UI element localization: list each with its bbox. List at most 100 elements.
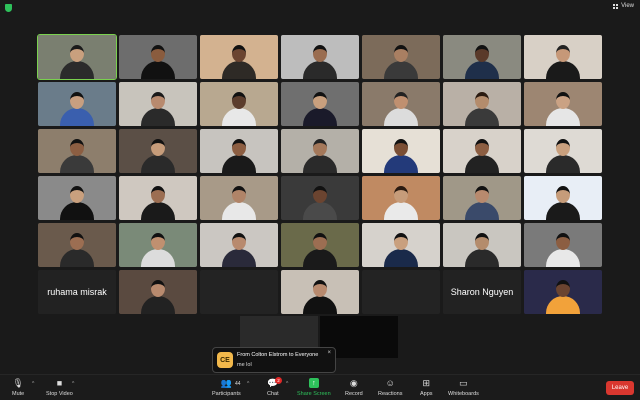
stop-video-button[interactable]: ■ Stop Video bbox=[46, 378, 73, 397]
view-button[interactable]: View bbox=[613, 3, 634, 9]
participant-video-tile[interactable] bbox=[281, 176, 359, 220]
participant-head bbox=[313, 92, 327, 109]
participant-video-tile[interactable] bbox=[524, 82, 602, 126]
participant-head bbox=[70, 139, 84, 156]
participant-video-tile[interactable] bbox=[200, 223, 278, 267]
participant-head bbox=[232, 186, 246, 203]
participant-head bbox=[151, 186, 165, 203]
participant-head bbox=[151, 45, 165, 62]
video-options-chevron-icon[interactable]: ^ bbox=[72, 381, 74, 387]
participant-video-tile[interactable] bbox=[119, 129, 197, 173]
chat-unread-badge: 2 bbox=[275, 377, 282, 384]
participant-video-tile[interactable] bbox=[281, 223, 359, 267]
record-icon: ◉ bbox=[349, 377, 358, 388]
whiteboard-icon: ▭ bbox=[459, 377, 468, 388]
participant-video-tile[interactable] bbox=[443, 82, 521, 126]
window-topbar: View bbox=[0, 0, 640, 16]
record-label: Record bbox=[345, 391, 363, 397]
chat-from-text: From Colton Elstrom to Everyone bbox=[237, 352, 319, 358]
participant-video-tile[interactable] bbox=[362, 129, 440, 173]
participant-name-tile[interactable]: ruhama misrak bbox=[38, 270, 116, 314]
participant-video-tile[interactable] bbox=[37, 34, 117, 80]
participant-video-tile[interactable] bbox=[119, 270, 197, 314]
mute-button[interactable]: 🎙 Mute bbox=[12, 378, 24, 397]
reactions-smiley-icon: ☺ bbox=[385, 377, 395, 388]
participant-video-tile[interactable] bbox=[524, 129, 602, 173]
chat-chevron-icon[interactable]: ^ bbox=[286, 381, 288, 387]
microphone-icon: 🎙 bbox=[12, 377, 24, 388]
participant-head bbox=[556, 139, 570, 156]
participant-video-tile[interactable] bbox=[38, 223, 116, 267]
participant-video-off-tile[interactable] bbox=[200, 270, 278, 314]
security-shield-icon[interactable] bbox=[5, 4, 12, 12]
participant-video-tile[interactable] bbox=[281, 129, 359, 173]
participant-head bbox=[313, 186, 327, 203]
participant-head bbox=[394, 233, 408, 250]
participant-video-tile[interactable] bbox=[200, 176, 278, 220]
participant-video-tile[interactable] bbox=[362, 35, 440, 79]
view-label: View bbox=[621, 3, 634, 9]
share-screen-button[interactable]: ↑ Share Screen bbox=[297, 378, 331, 397]
participant-video-tile[interactable] bbox=[281, 270, 359, 314]
participant-video-tile[interactable] bbox=[524, 35, 602, 79]
participant-head bbox=[313, 45, 327, 62]
participant-video-tile[interactable] bbox=[38, 129, 116, 173]
participant-video-tile[interactable] bbox=[524, 176, 602, 220]
participant-video-tile[interactable] bbox=[119, 176, 197, 220]
audio-options-chevron-icon[interactable]: ^ bbox=[32, 381, 34, 387]
participant-name-tile[interactable]: Sharon Nguyen bbox=[443, 270, 521, 314]
participant-head bbox=[313, 280, 327, 297]
participant-video-tile[interactable] bbox=[443, 223, 521, 267]
reactions-button[interactable]: ☺ Reactions bbox=[378, 378, 402, 397]
participant-head bbox=[232, 45, 246, 62]
participant-head bbox=[232, 233, 246, 250]
chat-notification-popup[interactable]: CE From Colton Elstrom to Everyone me lo… bbox=[212, 347, 336, 373]
meeting-toolbar: 🎙 Mute ^ ■ Stop Video ^ 👥 Participants 4… bbox=[0, 374, 640, 400]
participant-video-tile[interactable] bbox=[443, 176, 521, 220]
participant-video-tile[interactable] bbox=[443, 129, 521, 173]
participant-video-tile[interactable] bbox=[119, 223, 197, 267]
participant-video-tile[interactable] bbox=[38, 176, 116, 220]
participant-video-tile[interactable] bbox=[119, 35, 197, 79]
participant-video-tile[interactable] bbox=[362, 176, 440, 220]
participant-name: ruhama misrak bbox=[38, 270, 116, 314]
participant-head bbox=[394, 92, 408, 109]
participants-icon: 👥 bbox=[220, 377, 232, 388]
participants-chevron-icon[interactable]: ^ bbox=[247, 381, 249, 387]
participant-video-off-tile[interactable] bbox=[362, 270, 440, 314]
leave-button[interactable]: Leave bbox=[606, 381, 634, 395]
participant-head bbox=[232, 139, 246, 156]
participant-video-tile[interactable] bbox=[281, 82, 359, 126]
participant-video-tile[interactable] bbox=[362, 223, 440, 267]
share-screen-label: Share Screen bbox=[297, 391, 331, 397]
close-icon[interactable]: × bbox=[327, 350, 331, 356]
participant-video-tile[interactable] bbox=[200, 129, 278, 173]
participant-head bbox=[151, 233, 165, 250]
apps-button[interactable]: ⊞ Apps bbox=[420, 378, 433, 397]
participant-video-tile[interactable] bbox=[281, 35, 359, 79]
participant-video-tile[interactable] bbox=[524, 270, 602, 314]
participant-head bbox=[70, 92, 84, 109]
participant-video-tile[interactable] bbox=[362, 82, 440, 126]
participant-video-tile[interactable] bbox=[38, 82, 116, 126]
sender-avatar: CE bbox=[217, 352, 233, 368]
participant-video-tile[interactable] bbox=[524, 223, 602, 267]
whiteboards-button[interactable]: ▭ Whiteboards bbox=[448, 378, 479, 397]
participant-head bbox=[556, 92, 570, 109]
participant-video-tile[interactable] bbox=[443, 35, 521, 79]
record-button[interactable]: ◉ Record bbox=[345, 378, 363, 397]
participant-head bbox=[394, 139, 408, 156]
whiteboards-label: Whiteboards bbox=[448, 391, 479, 397]
participant-head bbox=[313, 139, 327, 156]
participant-video-tile[interactable] bbox=[200, 82, 278, 126]
participant-head bbox=[232, 92, 246, 109]
participant-video-tile[interactable] bbox=[119, 82, 197, 126]
participant-head bbox=[70, 45, 84, 62]
chat-label: Chat bbox=[267, 391, 279, 397]
camera-icon: ■ bbox=[56, 377, 63, 388]
apps-label: Apps bbox=[420, 391, 433, 397]
participant-head bbox=[151, 280, 165, 297]
participant-head bbox=[475, 139, 489, 156]
participant-video-tile[interactable] bbox=[200, 35, 278, 79]
mute-label: Mute bbox=[12, 391, 25, 397]
